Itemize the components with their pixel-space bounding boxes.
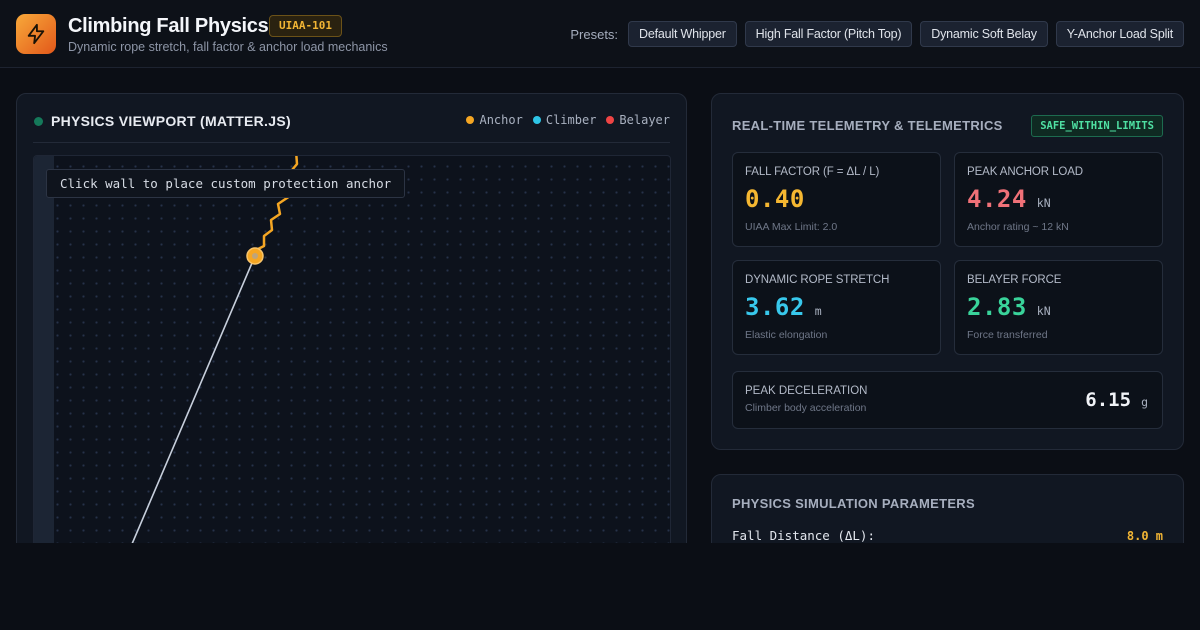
peak-anchor-load-label: PEAK ANCHOR LOAD (967, 166, 1083, 178)
fall-factor-note: UIAA Max Limit: 2.0 (745, 221, 838, 233)
lightning-bolt-icon (27, 23, 45, 45)
peak-deceleration-value: 6.15 g (1085, 389, 1148, 411)
fall-factor-value: 0.40 (745, 185, 805, 213)
peak-deceleration-card: PEAK DECELERATION Climber body accelerat… (732, 371, 1163, 429)
app-title: Climbing Fall Physics (68, 15, 269, 37)
preset-dynamic-soft-belay-button[interactable]: Dynamic Soft Belay (920, 21, 1048, 47)
belayer-force-card: BELAYER FORCE 2.83 kN Force transferred (954, 260, 1163, 355)
legend-climber-swatch (532, 116, 541, 124)
legend-climber: Climber (532, 113, 597, 127)
rope-stretch-unit: m (814, 304, 822, 318)
safety-status-badge: SAFE_WITHIN_LIMITS (1031, 115, 1163, 137)
viewport-title: PHYSICS VIEWPORT (MATTER.JS) (51, 113, 291, 129)
belayer-force-label: BELAYER FORCE (967, 274, 1062, 286)
peak-anchor-load-unit: kN (1036, 196, 1051, 210)
fall-factor-card: FALL FACTOR (F = ΔL / L) 0.40 UIAA Max L… (732, 152, 941, 247)
parameters-title: PHYSICS SIMULATION PARAMETERS (732, 496, 975, 511)
rope-simulation-svg (128, 156, 299, 552)
physics-canvas[interactable] (33, 155, 671, 562)
fall-distance-label: Fall Distance (ΔL): (732, 528, 875, 543)
presets-label: Presets: (570, 26, 619, 42)
app-header: Climbing Fall Physics UIAA-101 Dynamic r… (0, 0, 1200, 68)
belayer-force-value: 2.83 kN (967, 293, 1051, 321)
peak-anchor-load-card: PEAK ANCHOR LOAD 4.24 kN Anchor rating ~ … (954, 152, 1163, 247)
app-logo (16, 14, 56, 54)
belayer-force-unit: kN (1036, 304, 1051, 318)
viewport-divider (33, 142, 670, 143)
anchor-point-core (252, 253, 258, 259)
rope-stretch-note: Elastic elongation (745, 329, 828, 341)
preset-y-anchor-load-split-button[interactable]: Y-Anchor Load Split (1055, 21, 1184, 47)
standard-badge: UIAA-101 (269, 15, 342, 37)
peak-anchor-load-note: Anchor rating ~ 12 kN (967, 221, 1069, 233)
rope-lower-segment (128, 255, 256, 552)
legend-anchor: Anchor (466, 113, 523, 127)
physics-viewport-panel: PHYSICS VIEWPORT (MATTER.JS) Anchor Clim… (16, 93, 687, 563)
legend-anchor-label: Anchor (479, 113, 523, 127)
legend-belayer-swatch (606, 116, 615, 124)
screen-cutoff (0, 543, 1200, 630)
peak-deceleration-note: Climber body acceleration (745, 402, 867, 414)
peak-anchor-load-value: 4.24 kN (967, 185, 1051, 213)
belayer-force-note: Force transferred (967, 329, 1048, 341)
peak-deceleration-label: PEAK DECELERATION (745, 385, 868, 397)
placement-hint-tooltip: Click wall to place custom protection an… (46, 169, 406, 198)
presets-bar: Presets: Default Whipper High Fall Facto… (570, 21, 1184, 47)
legend-climber-label: Climber (545, 113, 597, 127)
rope-stretch-value: 3.62 m (745, 293, 822, 321)
legend-belayer-label: Belayer (619, 113, 670, 127)
telemetry-title: REAL-TIME TELEMETRY & TELEMETRICS (732, 118, 1003, 133)
rope-stretch-label: DYNAMIC ROPE STRETCH (745, 274, 890, 286)
legend-belayer: Belayer (606, 113, 670, 127)
fall-distance-value: 8.0 m (1126, 529, 1163, 543)
telemetry-panel: REAL-TIME TELEMETRY & TELEMETRICS SAFE_W… (711, 93, 1184, 450)
legend-anchor-swatch (466, 116, 475, 124)
viewport-status-dot (34, 117, 43, 126)
fall-factor-label: FALL FACTOR (F = ΔL / L) (745, 166, 880, 178)
rope-stretch-card: DYNAMIC ROPE STRETCH 3.62 m Elastic elong… (732, 260, 941, 355)
preset-high-fall-factor-button[interactable]: High Fall Factor (Pitch Top) (744, 21, 913, 47)
peak-deceleration-unit: g (1141, 395, 1148, 409)
viewport-legend: Anchor Climber Belayer (466, 113, 670, 127)
app-subtitle: Dynamic rope stretch, fall factor & anch… (68, 40, 388, 54)
preset-default-whipper-button[interactable]: Default Whipper (628, 21, 737, 47)
